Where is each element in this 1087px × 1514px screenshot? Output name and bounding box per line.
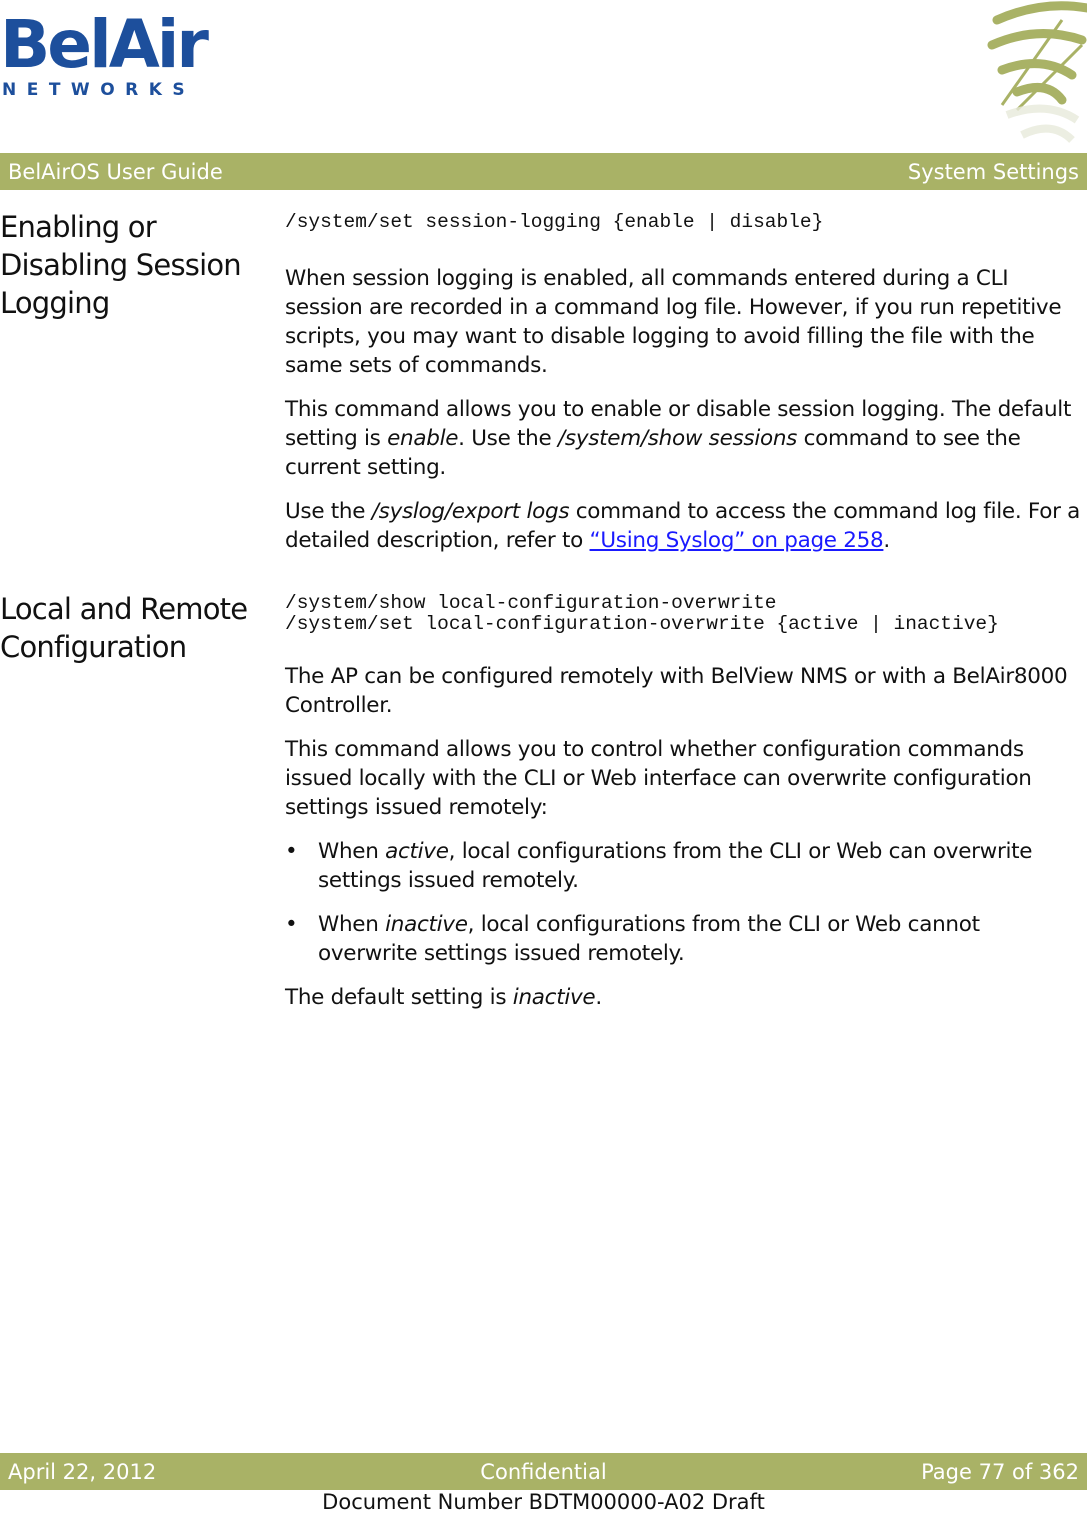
section-title-local-remote-config: Local and Remote Configuration bbox=[0, 590, 248, 666]
footer-bar: April 22, 2012 Confidential Page 77 of 3… bbox=[0, 1453, 1087, 1490]
header-bar: BelAirOS User Guide System Settings bbox=[0, 153, 1087, 190]
swoosh-graphic-icon bbox=[987, 1, 1087, 143]
header-chapter-title: System Settings bbox=[907, 159, 1079, 184]
belair-logo: BelAir NETWORKS bbox=[0, 6, 209, 101]
command-syntax: /system/set session-logging {enable | di… bbox=[285, 211, 824, 233]
paragraph: When session logging is enabled, all com… bbox=[285, 266, 1062, 378]
paragraph: This command allows you to control wheth… bbox=[285, 737, 1032, 820]
title-line: Enabling or bbox=[0, 210, 157, 244]
section-title-session-logging: Enabling or Disabling Session Logging bbox=[0, 208, 242, 322]
footer-date: April 22, 2012 bbox=[8, 1459, 157, 1484]
list-item: • When inactive, local configurations fr… bbox=[285, 912, 980, 966]
title-line: Disabling Session bbox=[0, 248, 242, 282]
paragraph: The AP can be configured remotely with B… bbox=[285, 664, 1068, 718]
section-body-local-remote-config: /system/show local-configuration-overwri… bbox=[285, 593, 1085, 1012]
logo-wordmark: BelAir bbox=[0, 6, 209, 83]
paragraph: This command allows you to enable or dis… bbox=[285, 397, 1072, 480]
title-line: Configuration bbox=[0, 630, 187, 664]
paragraph: The default setting is inactive. bbox=[285, 985, 602, 1010]
header-guide-title: BelAirOS User Guide bbox=[8, 159, 223, 184]
document-number: Document Number BDTM00000-A02 Draft bbox=[322, 1490, 765, 1514]
list-item: • When active, local configurations from… bbox=[285, 839, 1033, 893]
paragraph: Use the /syslog/export logs command to a… bbox=[285, 499, 1081, 553]
logo-subtitle: NETWORKS bbox=[2, 80, 196, 100]
footer-page-number: Page 77 of 362 bbox=[921, 1459, 1079, 1484]
footer-confidential: Confidential bbox=[480, 1459, 607, 1484]
title-line: Local and Remote bbox=[0, 592, 248, 626]
title-line: Logging bbox=[0, 286, 110, 320]
bullet-icon: • bbox=[285, 912, 298, 937]
command-syntax: /system/show local-configuration-overwri… bbox=[285, 592, 777, 614]
command-syntax: /system/set local-configuration-overwrit… bbox=[285, 613, 999, 635]
section-body-session-logging: /system/set session-logging {enable | di… bbox=[285, 212, 1085, 555]
using-syslog-link[interactable]: “Using Syslog” on page 258 bbox=[590, 528, 884, 553]
bullet-icon: • bbox=[285, 839, 298, 864]
